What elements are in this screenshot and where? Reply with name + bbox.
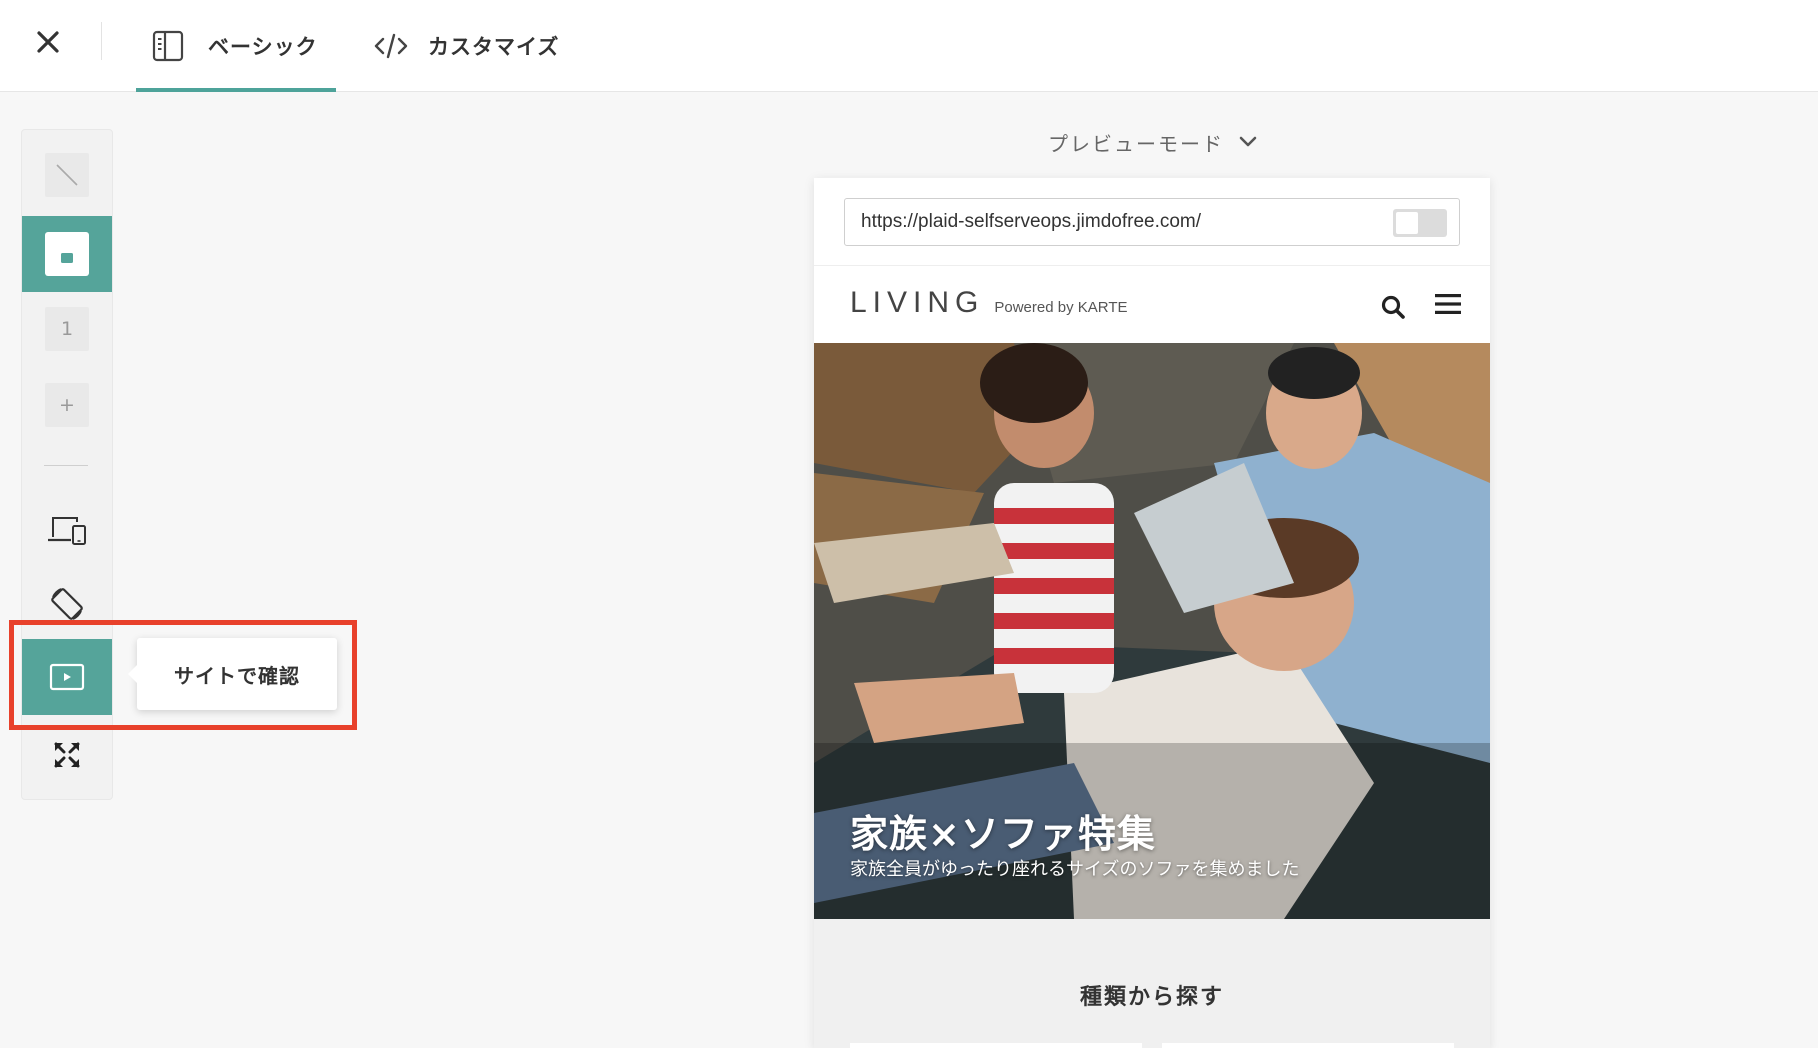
url-text: https://plaid-selfserveops.jimdofree.com…	[861, 211, 1202, 232]
close-icon	[37, 31, 59, 53]
logo-subtext: Powered by KARTE	[994, 299, 1128, 316]
rail-frame-button[interactable]	[22, 216, 112, 292]
rail-slash-button[interactable]	[22, 152, 112, 198]
rail-page-button[interactable]: 1	[22, 306, 112, 352]
toggle-knob	[1396, 212, 1418, 234]
slash-icon	[45, 153, 89, 197]
active-tab-indicator	[136, 88, 336, 92]
logo-text: LIVING	[850, 286, 985, 319]
top-bar: ベーシック カスタマイズ	[0, 0, 1818, 92]
section-title: 種類から探す	[1079, 985, 1224, 1010]
url-toggle[interactable]	[1393, 209, 1447, 237]
category-card[interactable]	[1162, 1043, 1454, 1048]
devices-icon	[48, 517, 86, 545]
category-card[interactable]	[850, 1043, 1142, 1048]
menu-icon[interactable]	[1434, 292, 1462, 316]
expand-icon	[54, 742, 80, 768]
frame-icon	[45, 232, 89, 276]
close-button[interactable]	[28, 22, 68, 62]
category-section: 種類から探す	[814, 919, 1490, 1048]
code-icon	[374, 33, 408, 59]
tab-customize-label: カスタマイズ	[428, 35, 560, 59]
rail-add-button[interactable]: +	[22, 382, 112, 428]
top-divider	[101, 22, 102, 60]
rail-devices-button[interactable]	[22, 505, 112, 555]
panel-icon	[152, 30, 184, 62]
hero-subtitle: 家族全員がゆったり座れるサイズのソファを集めました	[850, 859, 1300, 880]
hero-title: 家族×ソファ特集	[850, 812, 1156, 856]
tab-basic[interactable]: ベーシック	[136, 0, 336, 92]
tab-customize[interactable]: カスタマイズ	[374, 0, 559, 92]
chevron-down-icon	[1239, 136, 1257, 147]
url-bar[interactable]: https://plaid-selfserveops.jimdofree.com…	[844, 198, 1460, 246]
tooltip: サイトで確認	[128, 638, 337, 710]
plus-icon: +	[45, 383, 89, 427]
rail-divider	[44, 465, 88, 466]
page-number: 1	[45, 307, 89, 351]
search-icon[interactable]	[1380, 294, 1406, 320]
rotate-icon	[51, 588, 83, 620]
preview-mode-dropdown[interactable]: プレビューモード	[1048, 124, 1258, 160]
tooltip-label: サイトで確認	[174, 663, 300, 688]
device-preview: https://plaid-selfserveops.jimdofree.com…	[814, 178, 1490, 1048]
tab-basic-label: ベーシック	[208, 35, 318, 59]
site-logo[interactable]: LIVING Powered by KARTE	[850, 286, 1128, 320]
hero-banner[interactable]: 家族×ソファ特集 家族全員がゆったり座れるサイズのソファを集めました	[814, 343, 1490, 919]
preview-mode-label: プレビューモード	[1048, 131, 1224, 156]
rail-fullscreen-button[interactable]	[22, 730, 112, 780]
site-header: LIVING Powered by KARTE	[814, 265, 1490, 343]
